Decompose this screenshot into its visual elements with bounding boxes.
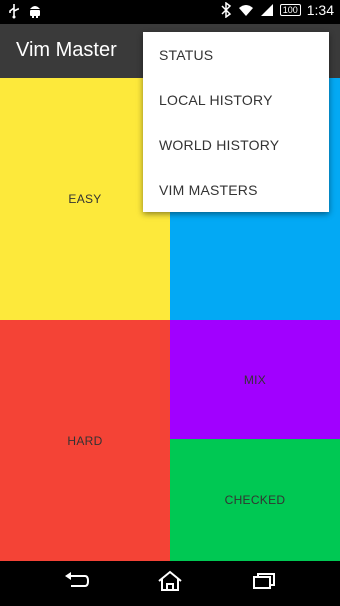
tile-checked[interactable]: CHECKED	[170, 439, 340, 561]
menu-item-vim-masters[interactable]: VIM MASTERS	[143, 167, 329, 212]
tile-checked-label: CHECKED	[224, 493, 286, 507]
signal-icon	[260, 3, 274, 17]
status-right-icons: 100 1:34	[220, 2, 334, 18]
status-time: 1:34	[306, 2, 334, 18]
android-icon	[28, 3, 42, 19]
tile-mix-label: MIX	[243, 372, 267, 387]
back-icon	[63, 571, 90, 595]
tile-mix[interactable]: MIX	[170, 320, 340, 439]
app-title: Vim Master	[16, 39, 117, 61]
menu-item-local-history[interactable]: LOCAL HISTORY	[143, 77, 329, 122]
status-left-icons	[8, 3, 42, 19]
menu-item-status[interactable]: STATUS	[143, 32, 329, 77]
navigation-bar	[0, 561, 340, 606]
home-icon	[157, 570, 183, 597]
bluetooth-icon	[220, 2, 232, 18]
app-screen: 100 1:34 Vim Master EASY HARD MIX CHECKE…	[0, 0, 340, 606]
tile-hard-label: HARD	[67, 433, 103, 448]
usb-icon	[8, 3, 20, 19]
tile-easy-label: EASY	[68, 192, 102, 206]
back-button[interactable]	[62, 571, 90, 595]
recent-apps-icon	[252, 572, 276, 595]
menu-item-world-history[interactable]: WORLD HISTORY	[143, 122, 329, 167]
battery-icon: 100	[279, 4, 301, 16]
recent-apps-button[interactable]	[250, 571, 278, 595]
overflow-menu: STATUS LOCAL HISTORY WORLD HISTORY VIM M…	[143, 32, 329, 212]
tile-hard[interactable]: HARD	[0, 320, 170, 561]
home-button[interactable]	[156, 570, 184, 597]
status-bar: 100 1:34	[0, 0, 340, 24]
wifi-icon	[238, 3, 254, 17]
